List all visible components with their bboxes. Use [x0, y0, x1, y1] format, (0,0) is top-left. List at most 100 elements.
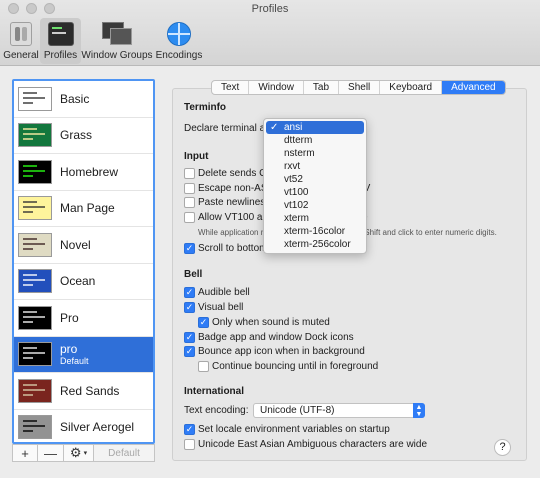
profile-name: Grass	[60, 128, 93, 143]
tab-advanced[interactable]: Advanced	[442, 81, 505, 94]
terminal-type-option-label: xterm	[284, 213, 309, 224]
set-locale-label: Set locale environment variables on star…	[198, 424, 390, 435]
visual-bell-checkbox[interactable]: ✓	[184, 302, 195, 313]
profile-row[interactable]: Man Page	[14, 191, 153, 227]
terminal-type-option[interactable]: vt52	[266, 173, 364, 186]
escape-non-ascii-checkbox[interactable]	[184, 183, 195, 194]
checkmark-icon: ✓	[185, 243, 194, 253]
profile-name: Pro	[60, 310, 79, 325]
scroll-to-bottom-checkbox[interactable]: ✓	[184, 243, 195, 254]
profile-text: pro Default	[60, 342, 89, 366]
tab-text[interactable]: Text	[212, 81, 250, 94]
terminal-type-option[interactable]: nsterm	[266, 147, 364, 160]
profile-row[interactable]: Basic	[14, 81, 153, 118]
settings-tabs: Text Window Tab Shell Keyboard Advanced	[211, 80, 506, 95]
input-heading: Input	[184, 151, 209, 162]
profile-row[interactable]: Red Sands	[14, 373, 153, 410]
set-locale-checkbox[interactable]: ✓	[184, 424, 195, 435]
allow-vt100-keypad-checkbox[interactable]	[184, 212, 195, 223]
only-when-muted-label: Only when sound is muted	[212, 317, 330, 328]
profile-text: Basic	[60, 92, 89, 106]
terminal-type-option[interactable]: vt102	[266, 199, 364, 212]
terminal-type-dropdown[interactable]: ✓ ansi dtterm nsterm rxvt vt52 vt100 vt102 xterm…	[263, 118, 367, 254]
tab-shell[interactable]: Shell	[339, 81, 381, 94]
profile-preview-thumbnail	[18, 305, 52, 330]
help-button[interactable]: ?	[494, 439, 511, 456]
audible-bell-label: Audible bell	[198, 287, 250, 298]
profile-preview-thumbnail	[18, 415, 52, 440]
terminal-type-option[interactable]: ✓ ansi	[266, 121, 364, 134]
terminal-type-option-label: dtterm	[284, 135, 313, 146]
profile-preview-thumbnail	[18, 378, 52, 403]
east-asian-wide-checkbox[interactable]	[184, 439, 195, 450]
window-title: Profiles	[251, 3, 289, 15]
profile-preview-thumbnail	[18, 196, 52, 221]
bounce-app-icon-checkbox[interactable]: ✓	[184, 346, 195, 357]
international-heading: International	[184, 386, 245, 397]
remove-profile-button[interactable]: —	[37, 444, 64, 462]
visual-bell-label: Visual bell	[198, 302, 244, 313]
text-encoding-value: Unicode (UTF-8)	[260, 405, 335, 416]
globe-icon	[167, 22, 191, 46]
checkmark-icon: ✓	[270, 122, 279, 133]
profile-row[interactable]: Novel	[14, 227, 153, 264]
text-encoding-select[interactable]: Unicode (UTF-8) ▲ ▼	[253, 403, 425, 418]
toolbar-encodings-label: Encodings	[155, 50, 203, 61]
profile-list[interactable]: Basic Grass Homebrew Man Page Novel Ocean Pro p…	[12, 79, 155, 444]
toolbar-profiles[interactable]: Profiles	[40, 18, 81, 64]
profile-actions-menu[interactable]: ⚙ ▾	[63, 444, 94, 462]
profile-text: Novel	[60, 238, 91, 252]
profile-text: Grass	[60, 128, 92, 142]
add-profile-button[interactable]: +	[12, 444, 38, 462]
toolbar-window-groups-label: Window Groups	[81, 50, 153, 61]
profile-text: Homebrew	[60, 165, 118, 179]
terminal-type-option-label: rxvt	[284, 161, 301, 172]
up-down-chevron-icon: ▲ ▼	[413, 403, 425, 418]
audible-bell-checkbox[interactable]: ✓	[184, 287, 195, 298]
profile-name: Man Page	[60, 201, 115, 216]
terminal-type-option[interactable]: xterm	[266, 212, 364, 225]
profile-text: Red Sands	[60, 384, 119, 398]
profile-default-badge: Default	[60, 356, 89, 367]
checkmark-icon: ✓	[199, 317, 208, 327]
default-button[interactable]: Default	[93, 444, 155, 462]
terminal-type-option[interactable]: xterm-256color	[266, 238, 364, 251]
terminal-type-option[interactable]: rxvt	[266, 160, 364, 173]
toolbar-general[interactable]: General	[2, 18, 40, 64]
terminal-type-option-label: vt102	[284, 200, 309, 211]
profile-text: Ocean	[60, 274, 95, 288]
profile-preview-thumbnail	[18, 123, 52, 148]
east-asian-wide-label: Unicode East Asian Ambiguous characters …	[198, 439, 428, 450]
profile-row[interactable]: Ocean	[14, 264, 153, 300]
profile-row[interactable]: pro Default	[14, 336, 153, 373]
tab-window[interactable]: Window	[249, 81, 304, 94]
continue-bouncing-checkbox[interactable]	[198, 361, 209, 372]
profile-text: Pro	[60, 311, 79, 325]
tab-keyboard[interactable]: Keyboard	[380, 81, 443, 94]
profile-row[interactable]: Grass	[14, 118, 153, 154]
tab-tab[interactable]: Tab	[304, 81, 340, 94]
profile-row[interactable]: Pro	[14, 300, 153, 337]
profile-row[interactable]: Silver Aerogel	[14, 410, 153, 443]
toolbar-window-groups[interactable]: Window Groups	[81, 18, 153, 64]
terminal-type-option[interactable]: dtterm	[266, 134, 364, 147]
toolbar-encodings[interactable]: Encodings	[155, 18, 203, 64]
delete-sends-ctrl-h-checkbox[interactable]	[184, 168, 195, 179]
title-bar: Profiles General Profiles Window Groups …	[0, 0, 540, 66]
terminal-type-option[interactable]: vt100	[266, 186, 364, 199]
only-when-muted-checkbox[interactable]: ✓	[198, 317, 209, 328]
profile-name: Novel	[60, 237, 91, 252]
badge-dock-icons-checkbox[interactable]: ✓	[184, 332, 195, 343]
profile-preview-thumbnail	[18, 86, 52, 111]
profile-text: Man Page	[60, 201, 115, 215]
terminal-type-option[interactable]: xterm-16color	[266, 225, 364, 238]
declare-terminal-label: Declare terminal as:	[184, 123, 273, 134]
paste-newlines-checkbox[interactable]	[184, 197, 195, 208]
terminal-type-option-label: vt52	[284, 174, 303, 185]
terminal-type-option-label: ansi	[284, 122, 303, 133]
profile-row[interactable]: Homebrew	[14, 154, 153, 191]
checkmark-icon: ✓	[185, 302, 194, 312]
checkmark-icon: ✓	[185, 287, 194, 297]
profile-preview-thumbnail	[18, 232, 52, 257]
profile-name: Ocean	[60, 274, 96, 289]
